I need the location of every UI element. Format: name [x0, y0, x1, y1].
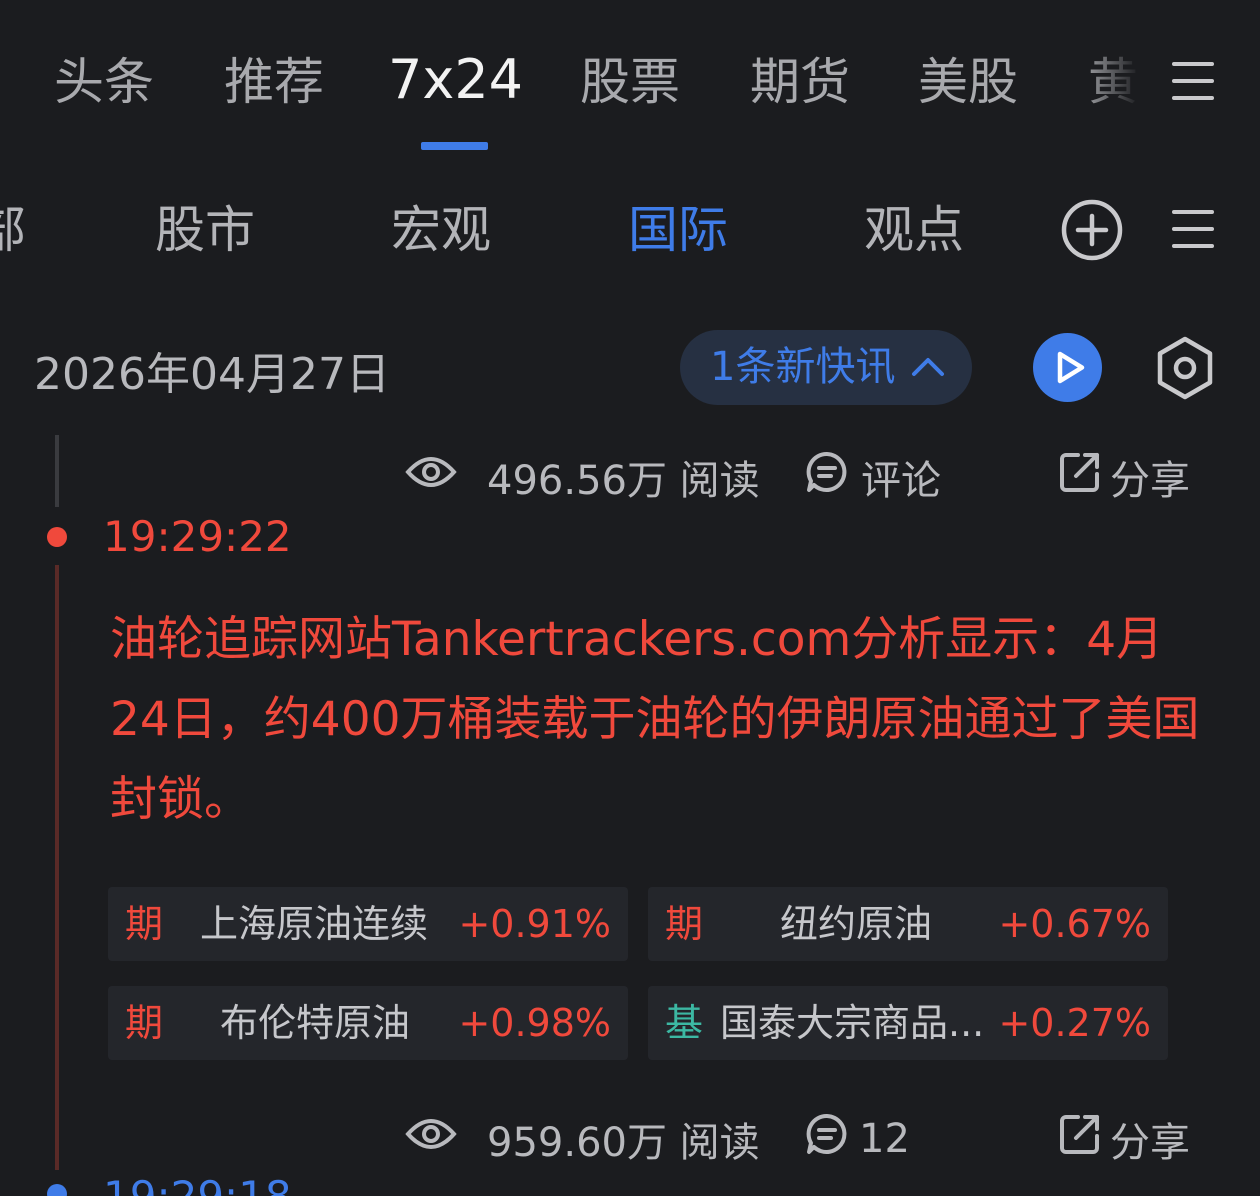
eye-icon	[405, 1114, 457, 1164]
settings-icon[interactable]	[1152, 334, 1218, 402]
fund-tag: 基	[665, 1001, 704, 1045]
futures-tag: 期	[125, 902, 164, 946]
date-label: 2026年04月27日	[34, 349, 390, 400]
views-count: 496.56万 阅读	[487, 458, 760, 504]
related-quote-chip[interactable]: 期 布伦特原油 +0.98%	[108, 986, 628, 1060]
chevron-up-icon	[911, 352, 945, 380]
comment-button[interactable]: 评论	[805, 447, 941, 507]
futures-tag: 期	[665, 902, 704, 946]
play-button[interactable]	[1033, 333, 1102, 402]
tab-fade-overlay	[1080, 40, 1150, 130]
menu-icon[interactable]	[1172, 210, 1214, 248]
news-content[interactable]: 油轮追踪网站Tankertrackers.com分析显示：4月24日，约400万…	[110, 600, 1220, 840]
sub-tab-stock-market[interactable]: 股市	[155, 200, 255, 260]
play-icon	[1057, 351, 1085, 384]
share-button[interactable]: 分享	[1058, 1109, 1190, 1169]
share-label: 分享	[1110, 1120, 1190, 1166]
tab-headlines[interactable]: 头条	[54, 52, 154, 112]
next-news-time: 19:29:18	[103, 1172, 292, 1196]
share-icon	[1058, 450, 1102, 504]
quote-change: +0.67%	[998, 902, 1151, 946]
comment-icon	[805, 1112, 849, 1166]
quote-change: +0.98%	[458, 1001, 611, 1045]
sub-tab-macro[interactable]: 宏观	[391, 200, 491, 260]
timeline-line-active	[55, 565, 59, 1170]
timeline-dot-next	[47, 1184, 67, 1196]
sub-tab-international[interactable]: 国际	[628, 200, 728, 260]
tab-futures[interactable]: 期货	[750, 52, 850, 112]
timeline-dot	[47, 527, 67, 547]
quote-change: +0.27%	[998, 1001, 1151, 1045]
views-stat: 496.56万 阅读	[405, 447, 760, 507]
add-circle-icon[interactable]	[1060, 198, 1124, 262]
comment-label: 评论	[861, 458, 941, 504]
comment-icon	[805, 450, 849, 504]
tab-recommend[interactable]: 推荐	[224, 52, 324, 112]
views-count: 959.60万 阅读	[487, 1120, 760, 1166]
futures-tag: 期	[125, 1001, 164, 1045]
eye-icon	[405, 452, 457, 502]
new-flash-label: 1条新快讯	[710, 344, 896, 390]
comment-count: 12	[859, 1116, 910, 1162]
quote-change: +0.91%	[458, 902, 611, 946]
share-icon	[1058, 1112, 1102, 1166]
comment-button[interactable]: 12	[805, 1109, 910, 1169]
share-label: 分享	[1110, 458, 1190, 504]
tab-7x24[interactable]: 7x24	[388, 50, 523, 110]
sub-tab-all[interactable]: 部	[0, 200, 26, 260]
share-button[interactable]: 分享	[1058, 447, 1190, 507]
related-quote-chip[interactable]: 基 国泰大宗商品... +0.27%	[648, 986, 1168, 1060]
views-stat: 959.60万 阅读	[405, 1109, 760, 1169]
quote-name: 纽约原油	[780, 902, 933, 946]
quote-name: 上海原油连续	[200, 902, 429, 946]
item-stats: 959.60万 阅读 12 分享	[0, 1109, 1260, 1169]
prev-item-stats: 496.56万 阅读 评论 分享	[0, 447, 1260, 507]
quote-name: 布伦特原油	[220, 1001, 411, 1045]
new-flash-button[interactable]: 1条新快讯	[680, 330, 972, 405]
tab-us-stocks[interactable]: 美股	[918, 52, 1018, 112]
active-tab-indicator	[421, 142, 488, 150]
tab-stocks[interactable]: 股票	[580, 52, 680, 112]
sub-tab-opinion[interactable]: 观点	[864, 200, 964, 260]
menu-icon[interactable]	[1172, 62, 1214, 100]
related-quote-chip[interactable]: 期 上海原油连续 +0.91%	[108, 887, 628, 961]
news-time: 19:29:22	[103, 512, 292, 561]
top-tab-bar: 头条 推荐 7x24 股票 期货 美股 黄	[0, 0, 1260, 160]
related-quote-chip[interactable]: 期 纽约原油 +0.67%	[648, 887, 1168, 961]
quote-name: 国泰大宗商品...	[720, 1001, 985, 1045]
